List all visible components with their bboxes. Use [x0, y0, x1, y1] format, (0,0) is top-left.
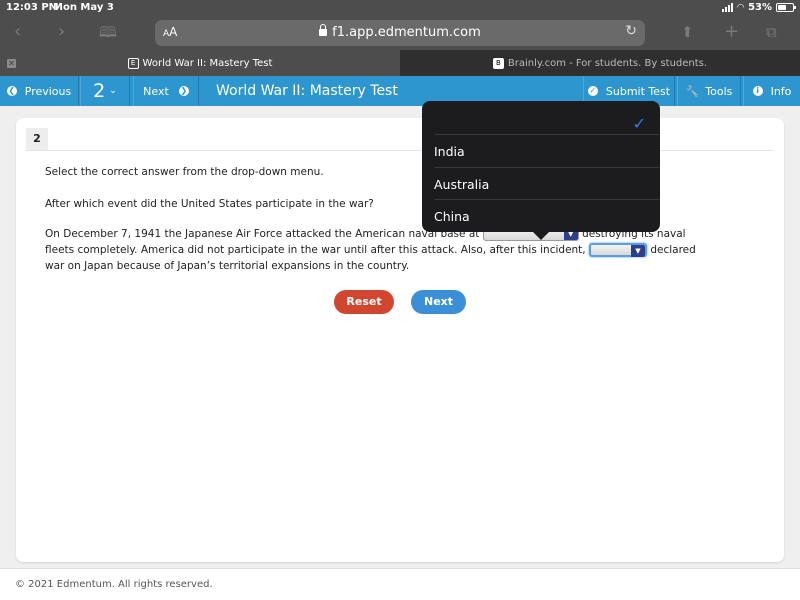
next-nav-label: Next — [143, 84, 169, 98]
edmentum-favicon-icon: E — [127, 57, 139, 69]
page-background: 2 Select the correct answer from the dro… — [0, 106, 800, 568]
question-selector-dropdown[interactable]: 2 ⌄ — [80, 76, 130, 106]
arrow-left-circle-icon: ❮ — [6, 86, 17, 96]
question-instruction: Select the correct answer from the drop-… — [45, 166, 324, 178]
dropdown-option-australia[interactable]: Australia — [434, 167, 660, 200]
dropdown-option-blank[interactable]: ✓ — [434, 101, 660, 134]
option-label: China — [434, 209, 470, 224]
battery-icon — [776, 3, 796, 12]
question-passage: On December 7, 1941 the Japanese Air For… — [45, 226, 705, 274]
forward-icon[interactable]: › — [58, 22, 65, 42]
dropdown-option-india[interactable]: India — [434, 134, 660, 167]
previous-label: Previous — [24, 84, 72, 98]
dropdown-arrow-icon: ▼ — [630, 245, 645, 257]
option-label: Australia — [434, 177, 490, 192]
copyright-text: © 2021 Edmentum. All rights reserved. — [15, 579, 213, 590]
browser-toolbar: ‹ › 🕮 AA f1.app.edmentum.com ↻ ⬆ + ⧉ — [0, 16, 800, 50]
popover-pointer — [532, 231, 550, 240]
option-label: India — [434, 144, 465, 159]
cellular-signal-icon — [722, 3, 734, 12]
back-icon[interactable]: ‹ — [14, 22, 21, 42]
dropdown-options-popover: ✓ India Australia China — [422, 101, 660, 240]
lock-icon — [319, 24, 328, 36]
tab-title: Brainly.com - For students. By students. — [507, 57, 708, 69]
question-prompt: After which event did the United States … — [45, 198, 374, 210]
ios-status-bar: 12:03 PM Mon May 3 ◠ 53% — [0, 0, 800, 16]
answer-dropdown-2[interactable]: ▼ — [588, 243, 647, 257]
test-nav-bar: ❮ Previous 2 ⌄ Next ❯ World War II: Mast… — [0, 76, 800, 106]
info-icon: i — [752, 86, 763, 96]
info-label: Info — [770, 84, 792, 98]
close-tab-icon[interactable]: ✕ — [7, 59, 16, 68]
url-text: f1.app.edmentum.com — [332, 25, 481, 40]
chevron-down-icon: ⌄ — [109, 86, 117, 96]
next-nav-button[interactable]: Next ❯ — [133, 76, 199, 106]
tools-label: Tools — [705, 84, 733, 98]
page-footer: © 2021 Edmentum. All rights reserved. — [0, 568, 800, 600]
dropdown-option-china[interactable]: China — [434, 199, 660, 232]
brainly-favicon-icon: B — [492, 57, 504, 69]
reset-button[interactable]: Reset — [334, 290, 394, 314]
tools-button[interactable]: 🔧 Tools — [677, 76, 741, 106]
status-time: 12:03 PM — [6, 2, 59, 13]
question-number-row: 2 — [26, 128, 774, 151]
next-button[interactable]: Next — [411, 290, 466, 314]
browser-tab-bar: ✕ E World War II: Mastery Test B Brainly… — [0, 50, 800, 76]
tab-title: World War II: Mastery Test — [142, 57, 273, 69]
address-bar[interactable]: AA f1.app.edmentum.com ↻ — [155, 20, 645, 46]
tab-world-war-ii[interactable]: ✕ E World War II: Mastery Test — [0, 50, 400, 76]
bookmarks-icon[interactable]: 🕮 — [99, 22, 117, 42]
wifi-icon: ◠ — [737, 2, 745, 13]
previous-button[interactable]: ❮ Previous — [0, 76, 79, 106]
question-card: 2 Select the correct answer from the dro… — [16, 118, 784, 562]
battery-percent: 53% — [748, 2, 772, 13]
wrench-icon: 🔧 — [685, 84, 700, 98]
question-number: 2 — [26, 128, 48, 150]
info-button[interactable]: i Info — [743, 76, 800, 106]
share-icon[interactable]: ⬆ — [681, 22, 694, 42]
submit-test-label: Submit Test — [605, 84, 671, 98]
test-title: World War II: Mastery Test — [216, 83, 398, 99]
tab-brainly[interactable]: B Brainly.com - For students. By student… — [400, 50, 800, 76]
tabs-icon[interactable]: ⧉ — [766, 22, 777, 42]
status-indicators: ◠ 53% — [722, 2, 796, 13]
reload-icon[interactable]: ↻ — [625, 23, 637, 39]
passage-text-1: On December 7, 1941 the Japanese Air For… — [45, 228, 480, 240]
check-circle-icon: ✓ — [587, 86, 598, 96]
new-tab-icon[interactable]: + — [724, 22, 739, 42]
arrow-right-circle-icon: ❯ — [178, 86, 189, 96]
status-date: Mon May 3 — [53, 2, 114, 13]
question-selector-value: 2 — [93, 80, 106, 102]
